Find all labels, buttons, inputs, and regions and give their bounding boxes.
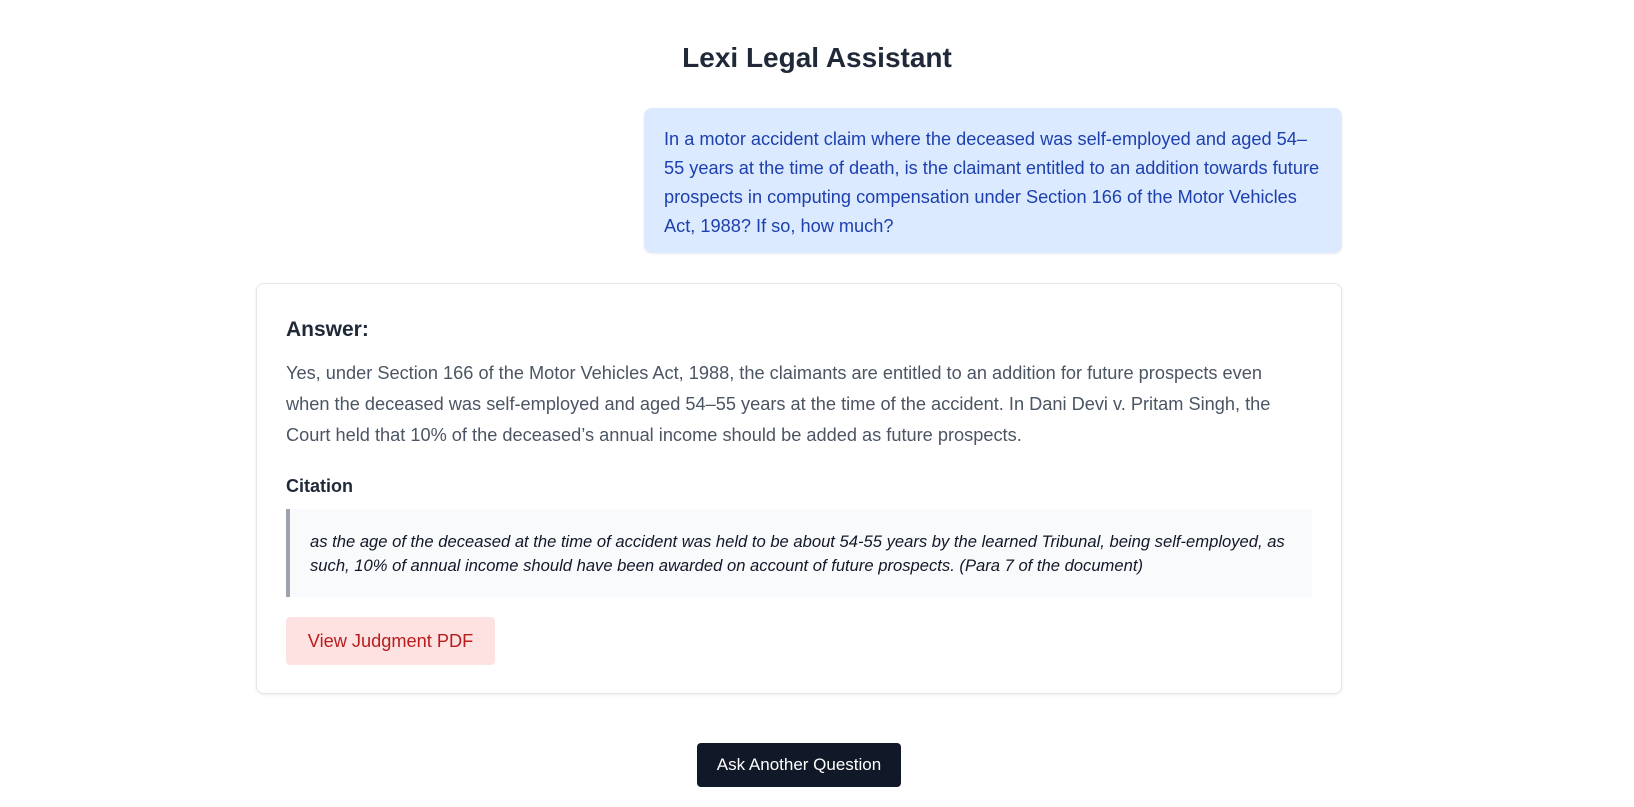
answer-card: Answer: Yes, under Section 166 of the Mo… [256,283,1342,694]
citation-quote: as the age of the deceased at the time o… [286,509,1312,597]
user-question-bubble: In a motor accident claim where the dece… [644,108,1342,253]
ask-another-question-button[interactable]: Ask Another Question [697,743,901,787]
view-judgment-pdf-button[interactable]: View Judgment PDF [286,617,495,665]
answer-text: Yes, under Section 166 of the Motor Vehi… [286,363,1271,445]
page: Lexi Legal Assistant In a motor accident… [0,0,1634,807]
page-title: Lexi Legal Assistant [682,42,952,73]
answer-heading: Answer: [286,318,369,341]
citation-heading: Citation [286,476,353,496]
